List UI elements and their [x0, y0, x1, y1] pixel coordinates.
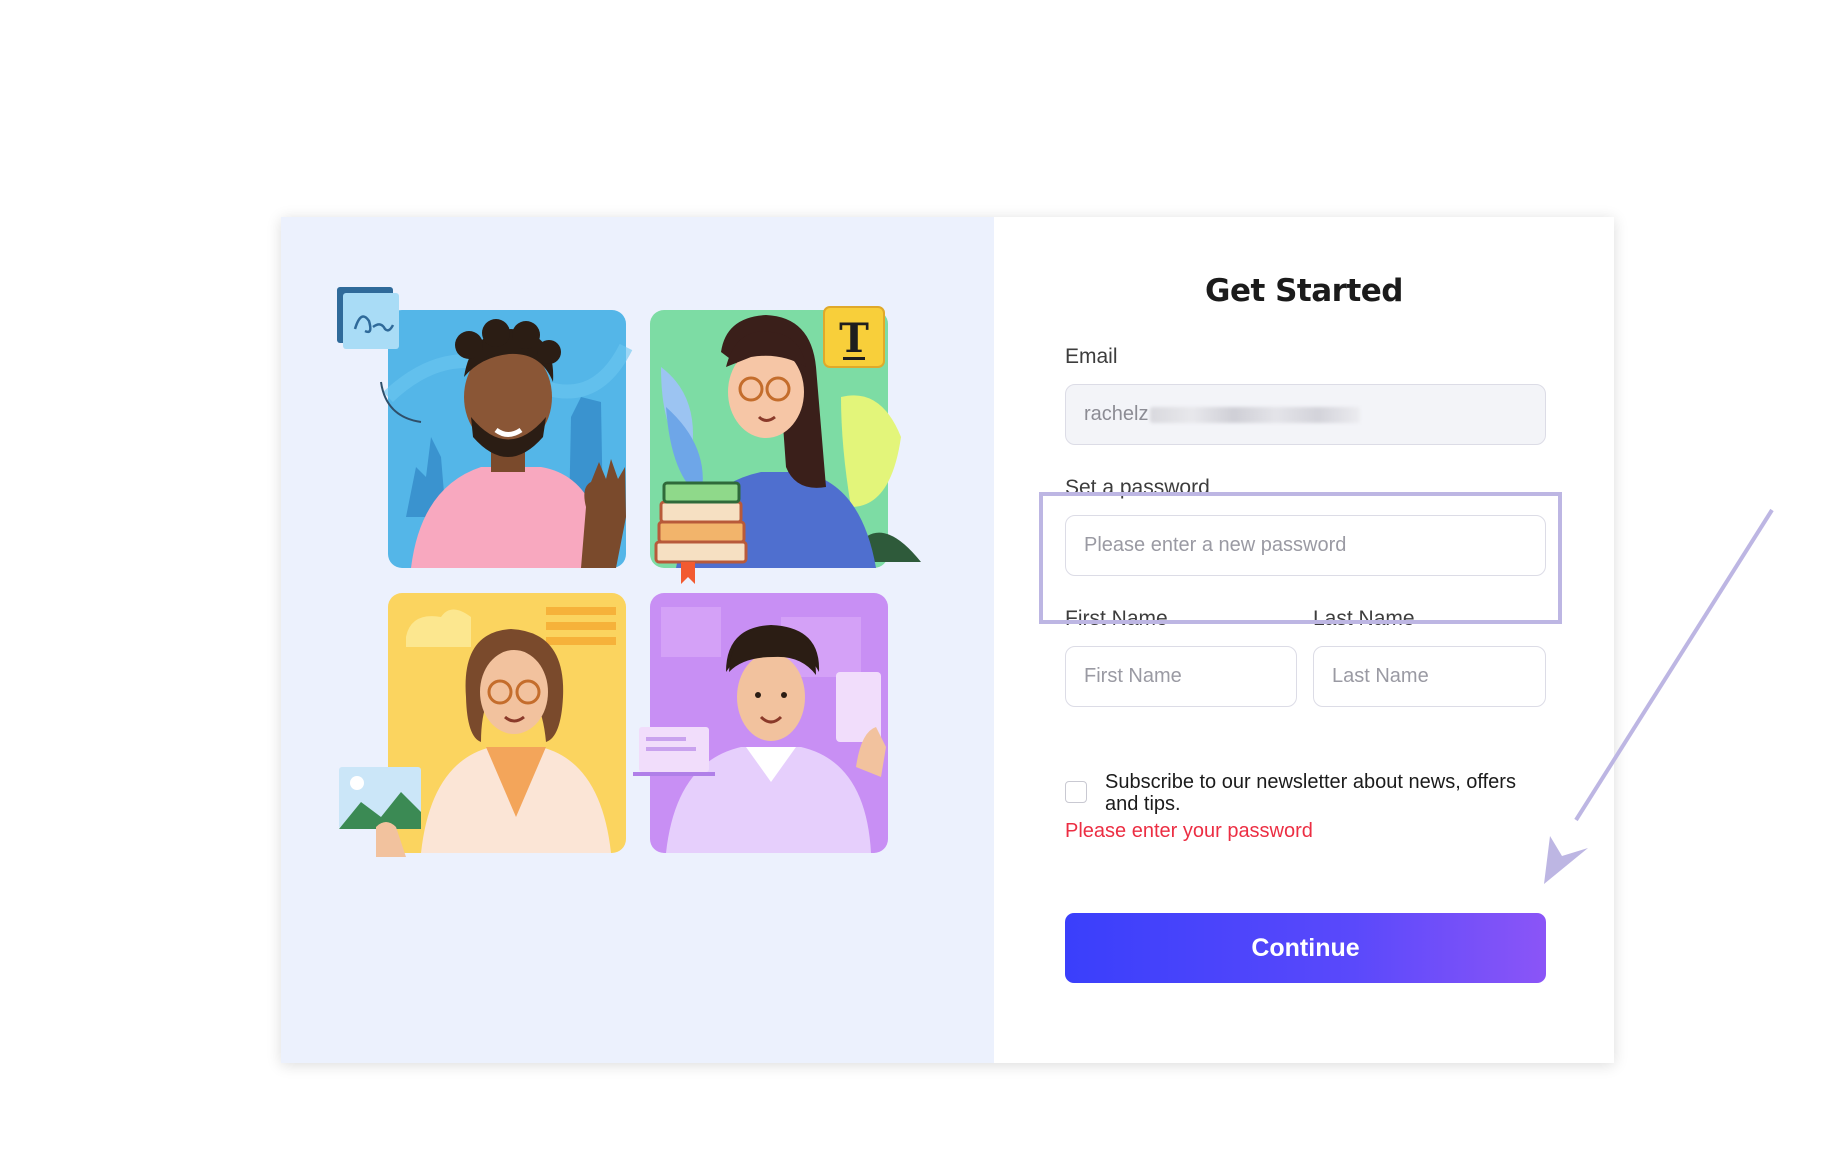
tile-waving-man	[383, 310, 633, 568]
continue-button[interactable]: Continue	[1065, 913, 1546, 983]
bookmark-icon	[681, 562, 695, 584]
svg-text:T: T	[839, 315, 869, 362]
password-highlight-annotation	[1039, 492, 1562, 624]
error-message: Please enter your password	[1065, 820, 1313, 842]
signup-form: Get Started Email rachelz Set a password…	[994, 217, 1614, 1063]
signup-card: T Get Started Email rachelz Set a passwo…	[281, 217, 1614, 1063]
email-redaction	[1150, 406, 1361, 423]
people-collage-illustration: T	[337, 287, 921, 857]
email-label: Email	[1065, 345, 1118, 368]
last-name-field[interactable]: Last Name	[1313, 646, 1546, 707]
email-value: rachelz	[1084, 403, 1149, 425]
email-field[interactable]: rachelz	[1065, 384, 1546, 445]
first-name-placeholder: First Name	[1084, 665, 1182, 687]
tile-man-card	[633, 593, 888, 853]
first-name-field[interactable]: First Name	[1065, 646, 1297, 707]
text-tool-icon: T	[823, 306, 885, 368]
newsletter-text: Subscribe to our newsletter about news, …	[1105, 771, 1516, 815]
last-name-placeholder: Last Name	[1332, 665, 1429, 687]
page-title: Get Started	[1205, 273, 1403, 309]
tile-woman-photo	[339, 593, 626, 857]
newsletter-checkbox[interactable]	[1065, 781, 1087, 803]
illustration-panel: T	[281, 217, 994, 1063]
